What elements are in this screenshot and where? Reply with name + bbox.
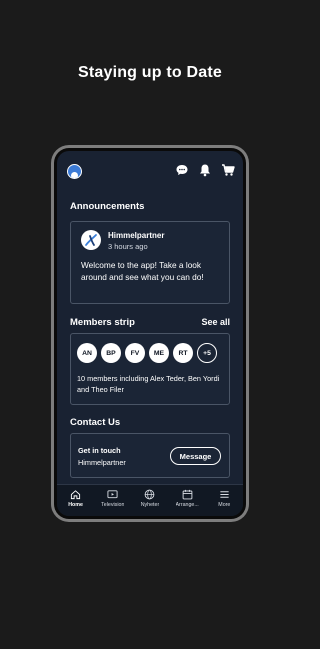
tab-label: Television xyxy=(101,502,125,508)
tab-label: Nyheter xyxy=(140,502,160,508)
cart-icon[interactable] xyxy=(221,163,235,177)
message-button[interactable]: Message xyxy=(170,447,221,465)
bottom-tab-bar: Home Television Nyheter Arrange... More xyxy=(57,484,243,516)
members-card[interactable]: AN BP FV ME RT +5 10 members including A… xyxy=(70,333,230,405)
member-badge[interactable]: FV xyxy=(125,343,145,363)
announcement-time: 3 hours ago xyxy=(108,242,148,251)
menu-icon xyxy=(220,491,229,498)
contact-card-title: Get in touch xyxy=(78,446,121,455)
tab-home[interactable]: Home xyxy=(59,489,93,508)
contact-title: Contact Us xyxy=(70,417,121,428)
app-screen: Announcements Himmelpartner 3 hours ago … xyxy=(57,151,243,516)
contact-card-subtitle: Himmelpartner xyxy=(78,458,126,467)
member-badges: AN BP FV ME RT +5 xyxy=(77,343,217,363)
avatar[interactable] xyxy=(67,164,82,179)
tab-label: Home xyxy=(68,502,83,508)
chat-icon[interactable] xyxy=(175,163,189,177)
top-bar xyxy=(57,151,243,195)
more-members-badge[interactable]: +5 xyxy=(197,343,217,363)
himmelpartner-logo-icon xyxy=(81,230,101,250)
bell-icon[interactable] xyxy=(198,163,212,177)
announcement-body: Welcome to the app! Take a look around a… xyxy=(81,260,204,282)
tab-label: More xyxy=(218,502,231,508)
member-badge[interactable]: RT xyxy=(173,343,193,363)
phone-frame: Announcements Himmelpartner 3 hours ago … xyxy=(51,145,249,522)
page-headline: Staying up to Date xyxy=(77,64,223,81)
globe-icon xyxy=(145,489,155,500)
members-summary: 10 members including Alex Teder, Ben Yor… xyxy=(77,374,220,394)
tab-nyheter[interactable]: Nyheter xyxy=(133,489,167,508)
member-badge[interactable]: BP xyxy=(101,343,121,363)
home-icon xyxy=(71,490,81,500)
tab-television[interactable]: Television xyxy=(96,489,130,508)
tab-label: Arrange... xyxy=(175,502,199,508)
announcement-card[interactable]: Himmelpartner 3 hours ago Welcome to the… xyxy=(70,221,230,304)
tv-icon xyxy=(107,490,118,499)
members-title: Members strip xyxy=(70,317,135,328)
tab-arrangements[interactable]: Arrange... xyxy=(170,489,204,508)
tab-more[interactable]: More xyxy=(207,489,241,508)
member-badge[interactable]: ME xyxy=(149,343,169,363)
see-all-link[interactable]: See all xyxy=(201,317,230,327)
member-badge[interactable]: AN xyxy=(77,343,97,363)
announcements-title: Announcements xyxy=(70,201,145,212)
contact-card: Get in touch Himmelpartner Message xyxy=(70,433,230,478)
calendar-icon xyxy=(182,489,193,500)
announcement-author: Himmelpartner xyxy=(108,231,165,240)
